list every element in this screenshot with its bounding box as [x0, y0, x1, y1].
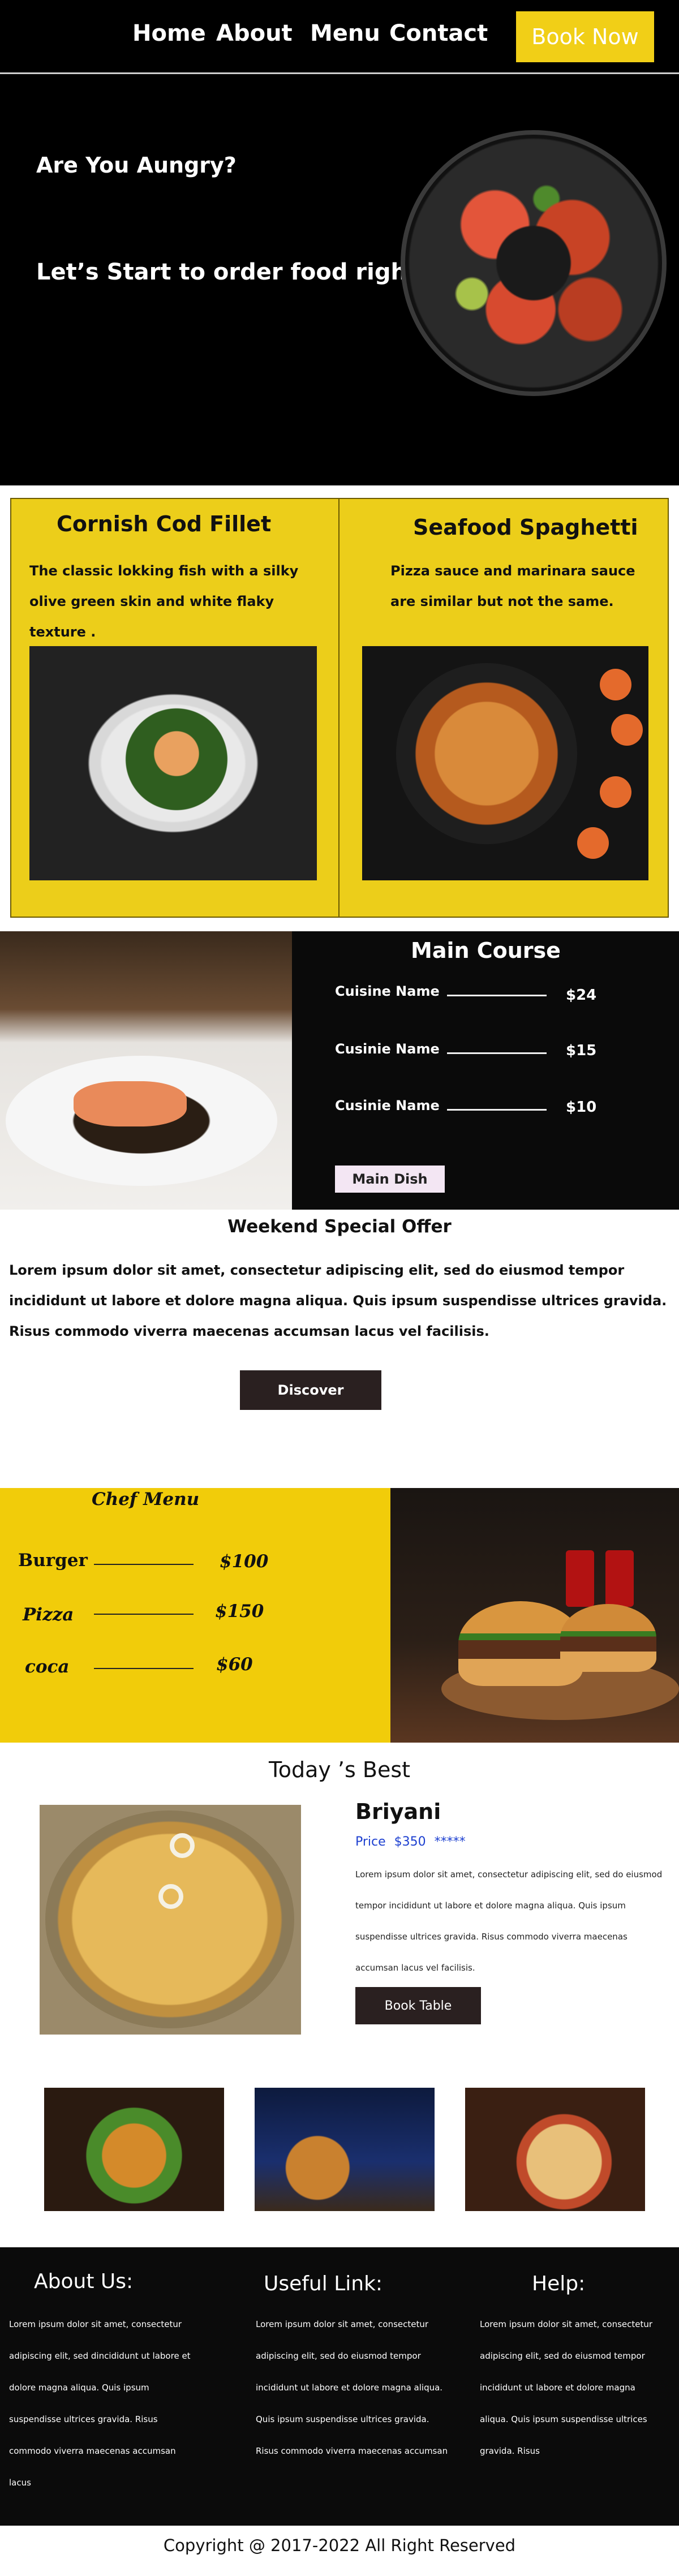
biryani-image [40, 1805, 301, 2035]
chef-menu-item-price: $100 [220, 1551, 269, 1572]
burger-photo [390, 1488, 679, 1743]
gallery-image-fried-food [44, 2088, 224, 2211]
nav-about-link[interactable]: About [216, 20, 293, 46]
dishes-divider [338, 498, 340, 918]
nav-contact-link[interactable]: Contact [389, 20, 488, 46]
chef-menu-item-name: Burger [18, 1550, 88, 1571]
hero-food-image [401, 130, 667, 396]
chef-menu-item-price: $60 [216, 1654, 253, 1675]
gallery-image-burger [255, 2088, 435, 2211]
dish-title-cod: Cornish Cod Fillet [57, 511, 272, 536]
hero-title: Are You Aungry? [36, 153, 237, 178]
main-course-item-name: Cusinie Name [335, 1041, 440, 1057]
gallery-image-pizza [465, 2088, 645, 2211]
dish-description: Lorem ipsum dolor sit amet, consectetur … [355, 1869, 663, 1973]
chef-menu-line [94, 1614, 194, 1615]
chef-menu-line [94, 1668, 194, 1669]
footer-about-text: Lorem ipsum dolor sit amet, consectetur … [9, 2319, 191, 2488]
main-course-item-price: $10 [566, 1099, 597, 1116]
main-course-item-name: Cusinie Name [335, 1098, 440, 1113]
weekend-offer-text: Lorem ipsum dolor sit amet, consectetur … [9, 1262, 667, 1339]
weekend-offer-title: Weekend Special Offer [227, 1216, 452, 1237]
main-dish-button[interactable]: Main Dish [335, 1166, 445, 1193]
nav-menu-link[interactable]: Menu [310, 20, 380, 46]
price-value: $350 [394, 1835, 426, 1849]
seafood-spaghetti-image [362, 646, 648, 880]
discover-button[interactable]: Discover [240, 1370, 381, 1410]
price-row: Price $350 ***** [355, 1835, 466, 1849]
price-label: Price [355, 1835, 386, 1849]
footer-about-title: About Us: [34, 2270, 134, 2293]
price-dash-line [447, 1109, 547, 1111]
nav-home-link[interactable]: Home [132, 20, 206, 46]
rating-stars: ***** [434, 1835, 466, 1849]
dish-name: Briyani [355, 1799, 441, 1824]
main-course-title: Main Course [411, 938, 561, 963]
chef-menu-item-price: $150 [215, 1601, 264, 1622]
chef-menu-line [94, 1564, 194, 1565]
chef-menu-item-name: coca [25, 1657, 70, 1677]
price-dash-line [447, 995, 547, 996]
footer-help-title: Help: [532, 2272, 586, 2295]
book-table-button[interactable]: Book Table [355, 1987, 481, 2024]
book-now-button[interactable]: Book Now [516, 11, 654, 62]
price-dash-line [447, 1052, 547, 1054]
footer-help-text: Lorem ipsum dolor sit amet, consectetur … [480, 2319, 653, 2456]
dish-description-cod: The classic lokking fish with a silky ol… [29, 563, 299, 640]
footer-links-text: Lorem ipsum dolor sit amet, consectetur … [256, 2319, 448, 2456]
chef-menu-title: Chef Menu [92, 1489, 200, 1510]
copyright-text: Copyright @ 2017-2022 All Right Reserved [163, 2536, 516, 2555]
main-course-item-price: $15 [566, 1042, 597, 1059]
cod-fillet-image [29, 646, 317, 880]
main-course-photo [0, 931, 292, 1210]
todays-best-title: Today ’s Best [268, 1757, 411, 1782]
main-course-item-price: $24 [566, 987, 597, 1004]
main-course-item-name: Cuisine Name [335, 983, 440, 999]
footer-links-title: Useful Link: [264, 2272, 383, 2295]
dish-description-spaghetti: Pizza sauce and marinara sauce are simil… [390, 563, 635, 609]
chef-menu-item-name: Pizza [23, 1605, 74, 1625]
dish-title-spaghetti: Seafood Spaghetti [413, 515, 638, 540]
